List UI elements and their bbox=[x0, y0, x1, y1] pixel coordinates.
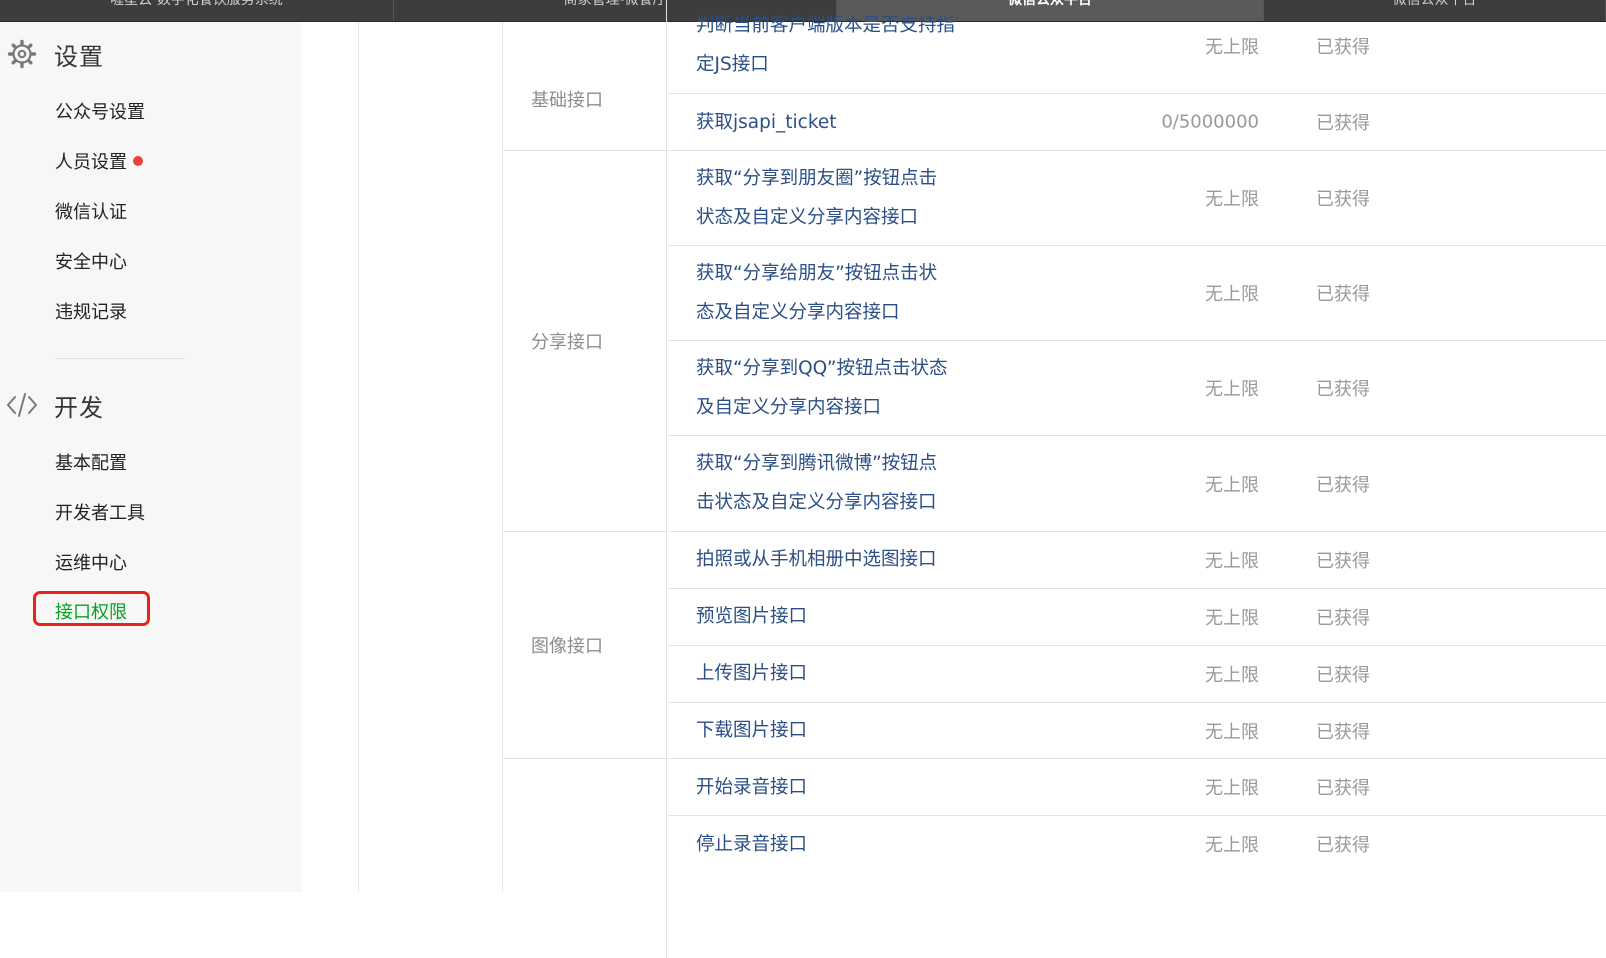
api-quota: 无上限 bbox=[1205, 778, 1259, 799]
api-name-line: 态及自定义分享内容接口 bbox=[696, 302, 900, 323]
table-row: 获取jsapi_ticket 0/5000000 已获得 bbox=[668, 93, 1606, 151]
table-row: 判断当前客户端版本是否支持指 定JS接口 无上限 已获得 bbox=[668, 0, 1606, 94]
api-name[interactable]: 预览图片接口 bbox=[696, 597, 986, 636]
api-name[interactable]: 获取“分享到腾讯微博”按钮点 击状态及自定义分享内容接口 bbox=[696, 444, 986, 522]
develop-section-title: 开发 bbox=[54, 393, 104, 422]
sidebar-item-violation-records[interactable]: 违规记录 bbox=[55, 300, 127, 326]
api-name[interactable]: 上传图片接口 bbox=[696, 654, 986, 693]
sidebar-item-developer-tools[interactable]: 开发者工具 bbox=[55, 501, 145, 527]
sidebar-item-basic-config[interactable]: 基本配置 bbox=[55, 451, 127, 477]
api-quota: 无上限 bbox=[1205, 665, 1259, 686]
api-status: 已获得 bbox=[1316, 37, 1370, 58]
api-quota: 无上限 bbox=[1205, 608, 1259, 629]
sidebar-item-wechat-verification[interactable]: 微信认证 bbox=[55, 200, 127, 226]
table-row: 开始录音接口 无上限 已获得 bbox=[668, 758, 1606, 816]
annotation-highlight-box bbox=[33, 591, 150, 626]
api-quota: 无上限 bbox=[1205, 722, 1259, 743]
table-row: 获取“分享到腾讯微博”按钮点 击状态及自定义分享内容接口 无上限 已获得 bbox=[668, 435, 1606, 532]
api-name-line: 击状态及自定义分享内容接口 bbox=[696, 492, 937, 513]
api-status: 已获得 bbox=[1316, 608, 1370, 629]
table-row: 停止录音接口 无上限 已获得 bbox=[668, 815, 1606, 875]
api-status: 已获得 bbox=[1316, 113, 1370, 134]
api-name[interactable]: 判断当前客户端版本是否支持指 定JS接口 bbox=[696, 6, 986, 84]
table-row: 拍照或从手机相册中选图接口 无上限 已获得 bbox=[668, 531, 1606, 589]
api-name[interactable]: 获取“分享到朋友圈”按钮点击 状态及自定义分享内容接口 bbox=[696, 159, 986, 237]
api-name[interactable]: 下载图片接口 bbox=[696, 711, 986, 750]
api-status: 已获得 bbox=[1316, 284, 1370, 305]
api-name[interactable]: 获取“分享给朋友”按钮点击状 态及自定义分享内容接口 bbox=[696, 254, 986, 332]
category-cell: 分享接口 bbox=[503, 150, 667, 532]
api-name[interactable]: 停止录音接口 bbox=[696, 825, 986, 864]
api-status: 已获得 bbox=[1316, 665, 1370, 686]
api-name-line: 状态及自定义分享内容接口 bbox=[696, 207, 919, 228]
api-name-line: 获取“分享到朋友圈”按钮点击 bbox=[696, 168, 938, 189]
sidebar-item-account-settings[interactable]: 公众号设置 bbox=[55, 100, 145, 126]
tab-label: 喔星云·数字化餐饮服务系统 bbox=[110, 0, 283, 8]
sidebar: 设置 公众号设置 人员设置 微信认证 安全中心 违规记录 开发 基本配置 开发者… bbox=[0, 22, 302, 892]
api-status: 已获得 bbox=[1316, 189, 1370, 210]
category-cell bbox=[503, 758, 667, 958]
api-name[interactable]: 开始录音接口 bbox=[696, 768, 986, 807]
table-row: 预览图片接口 无上限 已获得 bbox=[668, 588, 1606, 646]
api-status: 已获得 bbox=[1316, 475, 1370, 496]
table-row: 获取“分享到QQ”按钮点击状态 及自定义分享内容接口 无上限 已获得 bbox=[668, 340, 1606, 436]
category-cell: 图像接口 bbox=[503, 531, 667, 759]
sidebar-item-staff-settings[interactable]: 人员设置 bbox=[55, 150, 143, 176]
settings-section-header: 设置 bbox=[0, 32, 104, 76]
code-icon bbox=[0, 383, 44, 427]
category-label: 图像接口 bbox=[531, 635, 603, 657]
api-quota: 无上限 bbox=[1205, 475, 1259, 496]
api-status: 已获得 bbox=[1316, 835, 1370, 856]
sidebar-item-ops-center[interactable]: 运维中心 bbox=[55, 551, 127, 577]
category-cell: 基础接口 bbox=[503, 0, 667, 151]
content-divider bbox=[358, 22, 359, 892]
sidebar-item-label: 人员设置 bbox=[55, 152, 127, 173]
category-label: 基础接口 bbox=[531, 90, 603, 111]
api-name[interactable]: 获取“分享到QQ”按钮点击状态 及自定义分享内容接口 bbox=[696, 349, 986, 427]
gear-icon bbox=[0, 32, 44, 76]
table-row: 获取“分享到朋友圈”按钮点击 状态及自定义分享内容接口 无上限 已获得 bbox=[668, 150, 1606, 246]
api-status: 已获得 bbox=[1316, 722, 1370, 743]
api-quota: 无上限 bbox=[1205, 189, 1259, 210]
api-name-line: 及自定义分享内容接口 bbox=[696, 397, 882, 418]
api-status: 已获得 bbox=[1316, 551, 1370, 572]
sidebar-divider bbox=[55, 358, 185, 359]
category-label: 分享接口 bbox=[531, 331, 603, 353]
api-quota: 无上限 bbox=[1205, 551, 1259, 572]
develop-section-header: 开发 bbox=[0, 383, 104, 427]
settings-section-title: 设置 bbox=[54, 42, 104, 71]
sidebar-item-security-center[interactable]: 安全中心 bbox=[55, 250, 127, 276]
table-row: 下载图片接口 无上限 已获得 bbox=[668, 702, 1606, 759]
api-status: 已获得 bbox=[1316, 778, 1370, 799]
api-quota: 无上限 bbox=[1205, 379, 1259, 400]
notification-dot bbox=[133, 156, 143, 166]
api-name-line: 获取“分享给朋友”按钮点击状 bbox=[696, 263, 938, 284]
api-status: 已获得 bbox=[1316, 379, 1370, 400]
api-quota: 无上限 bbox=[1205, 284, 1259, 305]
api-name-line: 定JS接口 bbox=[696, 54, 769, 75]
table-row: 获取“分享给朋友”按钮点击状 态及自定义分享内容接口 无上限 已获得 bbox=[668, 245, 1606, 341]
api-name-line: 获取“分享到QQ”按钮点击状态 bbox=[696, 358, 948, 379]
browser-tab[interactable]: 喔星云·数字化餐饮服务系统 bbox=[0, 0, 394, 21]
table-row: 上传图片接口 无上限 已获得 bbox=[668, 645, 1606, 703]
api-name[interactable]: 获取jsapi_ticket bbox=[696, 103, 986, 142]
api-name-line: 获取“分享到腾讯微博”按钮点 bbox=[696, 453, 938, 474]
api-name[interactable]: 拍照或从手机相册中选图接口 bbox=[696, 540, 986, 579]
api-quota: 无上限 bbox=[1205, 37, 1259, 58]
api-name-line: 判断当前客户端版本是否支持指 bbox=[696, 15, 956, 36]
api-quota: 无上限 bbox=[1205, 835, 1259, 856]
api-permissions-table: 基础接口 分享接口 图像接口 判断当前客户端版本是否支持指 定JS接口 无上限 已… bbox=[502, 0, 1606, 958]
api-quota: 0/5000000 bbox=[1161, 111, 1259, 133]
